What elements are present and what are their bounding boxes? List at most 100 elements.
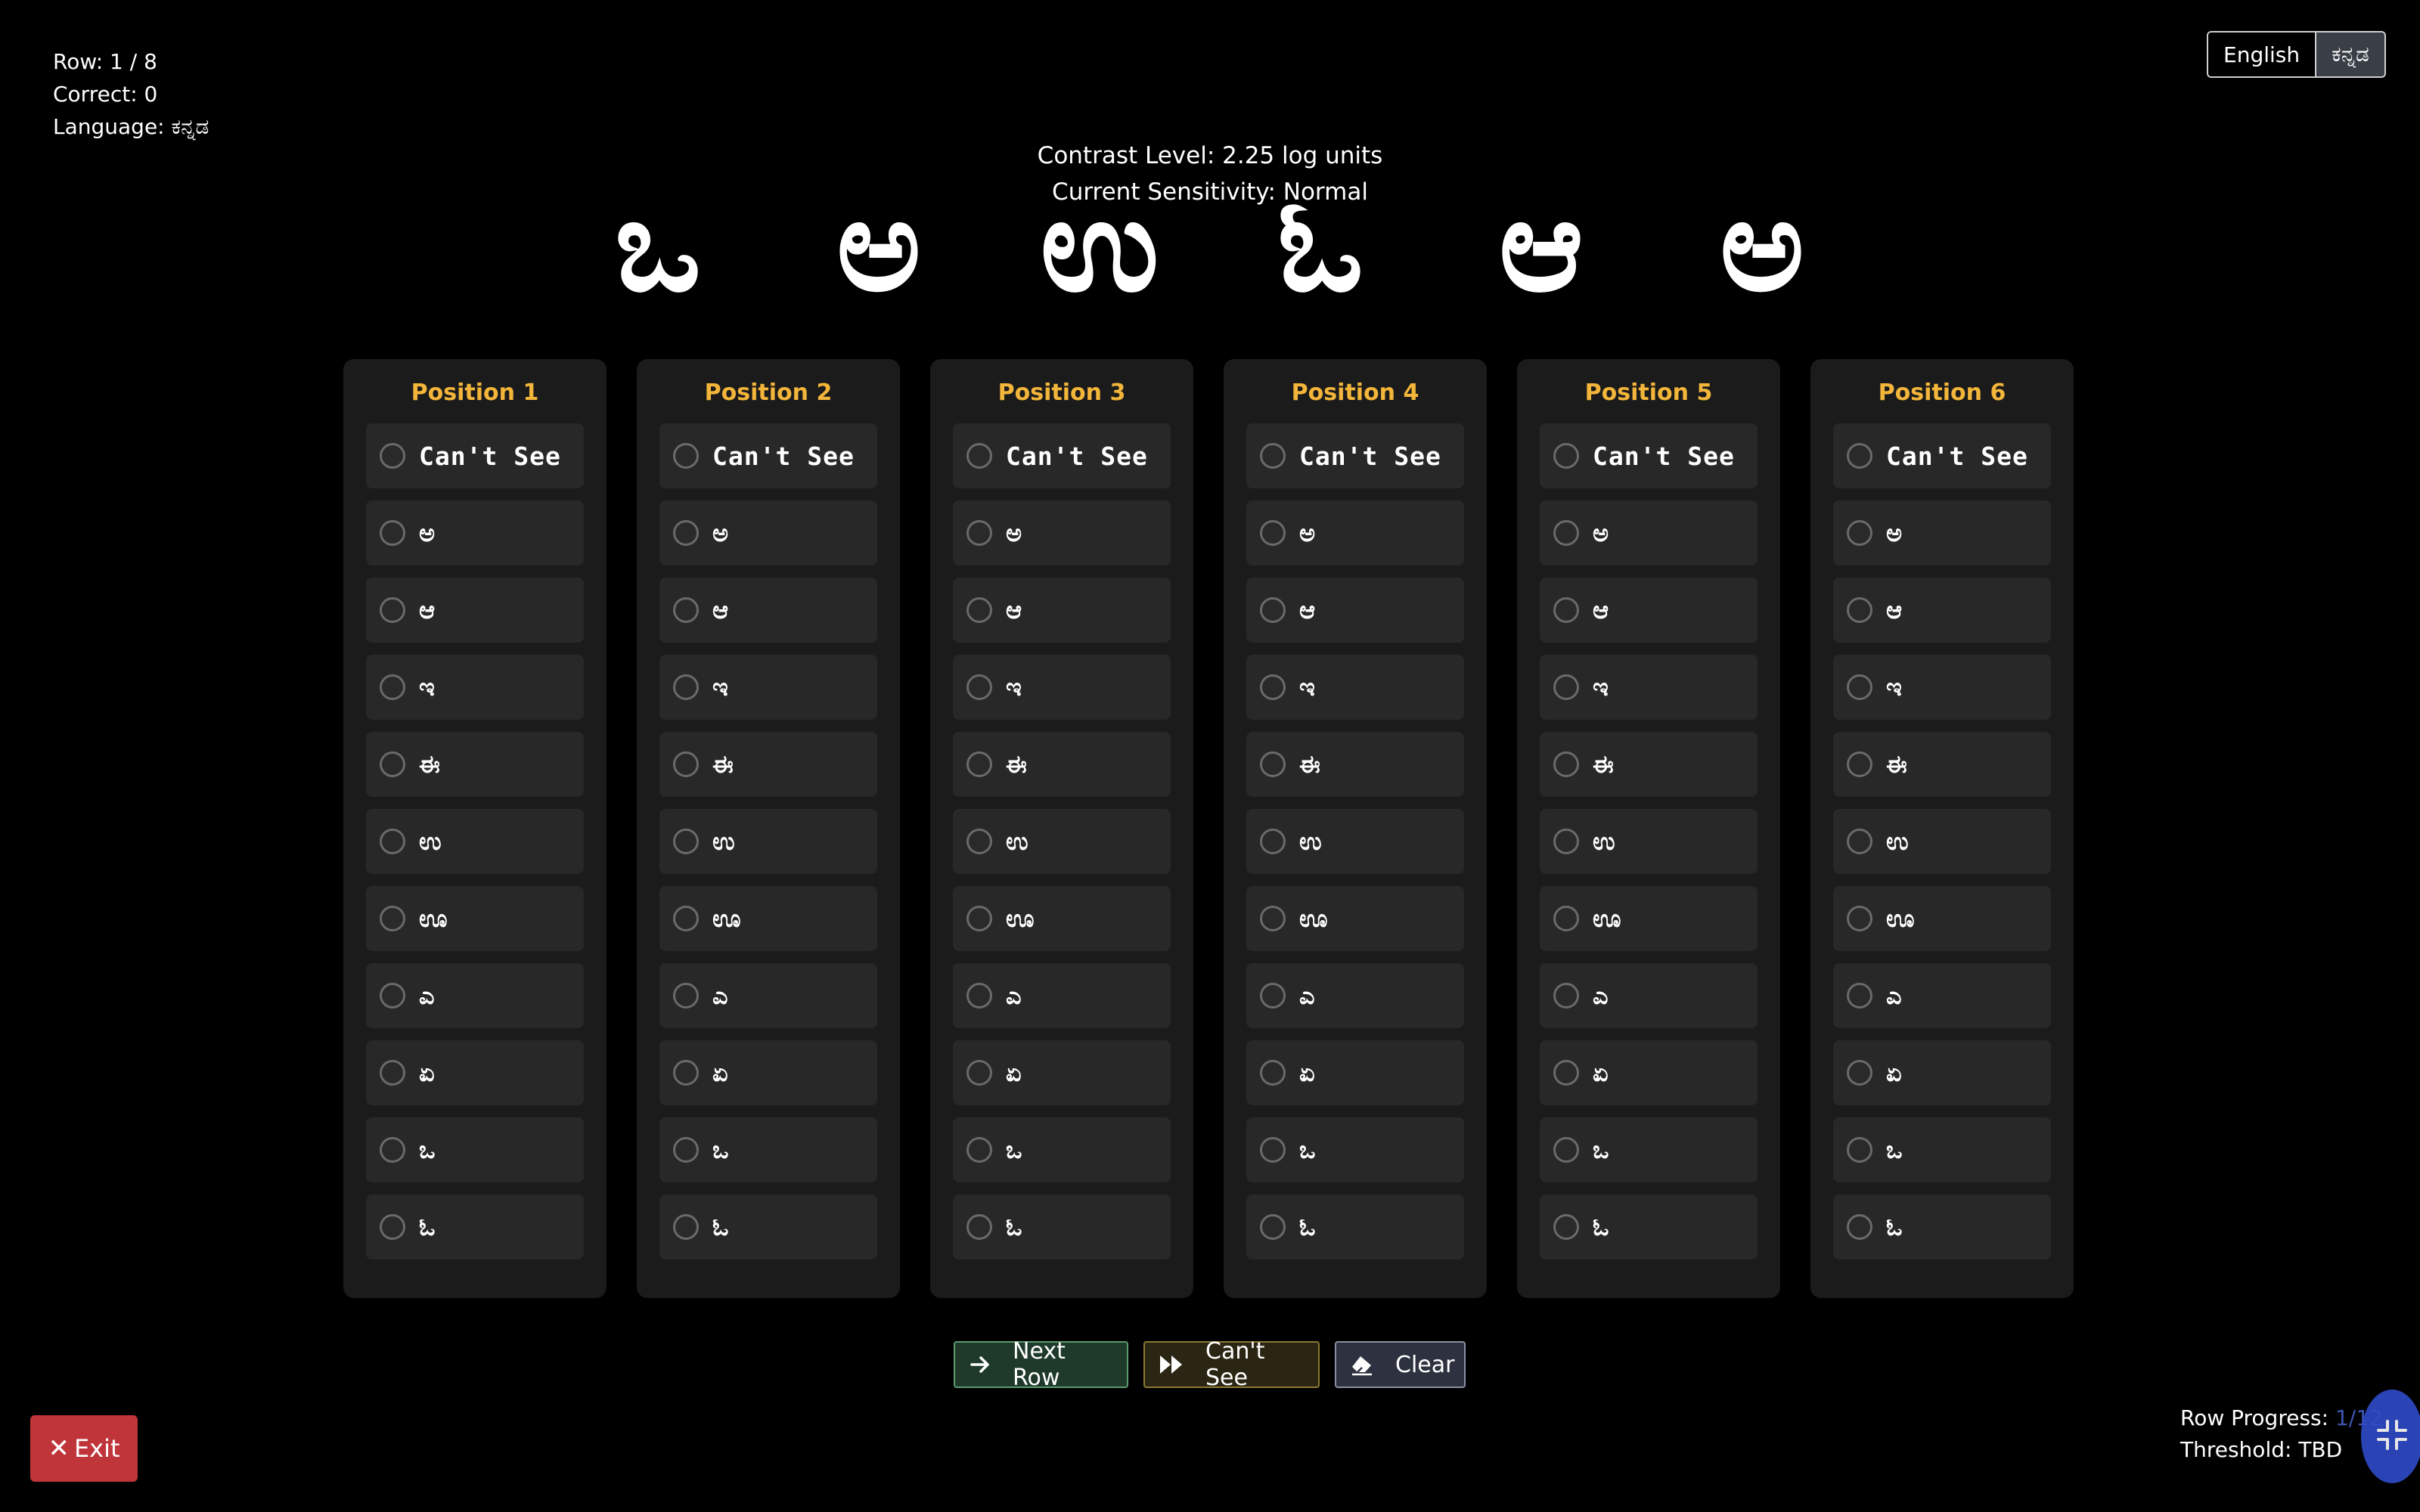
radio-button[interactable] [966,829,992,854]
answer-option[interactable]: ಆ [659,578,877,643]
answer-option[interactable]: ಒ [659,1117,877,1182]
radio-button[interactable] [1847,597,1872,623]
answer-option[interactable]: ಈ [1833,732,2051,797]
radio-button[interactable] [1260,829,1286,854]
radio-button[interactable] [966,674,992,700]
next-row-button[interactable]: Next Row [954,1338,1128,1391]
radio-button[interactable] [1847,1137,1872,1163]
language-option-english[interactable]: English [2208,33,2316,76]
answer-option[interactable]: ಊ [1540,886,1758,951]
answer-option[interactable]: ಇ [1246,655,1464,720]
answer-option[interactable]: ಉ [659,809,877,874]
radio-button[interactable] [1260,983,1286,1009]
answer-option[interactable]: ಅ [1246,500,1464,565]
answer-option[interactable]: ಎ [1540,963,1758,1028]
radio-button[interactable] [380,1214,405,1240]
answer-option[interactable]: ಇ [1833,655,2051,720]
radio-button[interactable] [1847,443,1872,469]
answer-option[interactable]: ಅ [659,500,877,565]
radio-button[interactable] [1260,906,1286,931]
answer-option[interactable]: ಇ [1540,655,1758,720]
radio-button[interactable] [1553,983,1579,1009]
radio-button[interactable] [966,520,992,546]
radio-button[interactable] [1553,520,1579,546]
radio-button[interactable] [673,1214,699,1240]
answer-option[interactable]: ಉ [1246,809,1464,874]
exit-button[interactable]: ✕ Exit [30,1415,138,1482]
answer-option[interactable]: Can't See [1246,423,1464,488]
answer-option[interactable]: ಏ [366,1040,584,1105]
radio-button[interactable] [1847,1214,1872,1240]
answer-option[interactable]: ಇ [366,655,584,720]
radio-button[interactable] [966,751,992,777]
cant-see-button[interactable]: Can't See [1143,1338,1320,1391]
answer-option[interactable]: ಉ [1540,809,1758,874]
radio-button[interactable] [1260,1060,1286,1086]
radio-button[interactable] [673,1060,699,1086]
answer-option[interactable]: ಎ [366,963,584,1028]
answer-option[interactable]: ಅ [366,500,584,565]
collapse-button[interactable] [2361,1390,2420,1483]
radio-button[interactable] [1553,1214,1579,1240]
answer-option[interactable]: ಒ [1540,1117,1758,1182]
radio-button[interactable] [1847,751,1872,777]
radio-button[interactable] [380,1060,405,1086]
answer-option[interactable]: ಈ [1540,732,1758,797]
radio-button[interactable] [1553,1137,1579,1163]
radio-button[interactable] [966,443,992,469]
answer-option[interactable]: ಆ [1246,578,1464,643]
radio-button[interactable] [1847,520,1872,546]
answer-option[interactable]: Can't See [1833,423,2051,488]
answer-option[interactable]: ಈ [953,732,1171,797]
answer-option[interactable]: ಉ [953,809,1171,874]
radio-button[interactable] [1260,597,1286,623]
answer-option[interactable]: ಊ [953,886,1171,951]
clear-button[interactable]: Clear [1335,1341,1466,1388]
radio-button[interactable] [673,751,699,777]
answer-option[interactable]: ಏ [953,1040,1171,1105]
answer-option[interactable]: ಒ [1833,1117,2051,1182]
answer-option[interactable]: ಎ [1246,963,1464,1028]
radio-button[interactable] [380,520,405,546]
radio-button[interactable] [673,520,699,546]
radio-button[interactable] [966,1060,992,1086]
radio-button[interactable] [673,443,699,469]
answer-option[interactable]: ಊ [659,886,877,951]
radio-button[interactable] [1553,1060,1579,1086]
radio-button[interactable] [673,983,699,1009]
answer-option[interactable]: ಏ [1540,1040,1758,1105]
radio-button[interactable] [966,1137,992,1163]
radio-button[interactable] [1553,751,1579,777]
answer-option[interactable]: ಊ [1246,886,1464,951]
radio-button[interactable] [1847,829,1872,854]
answer-option[interactable]: ಒ [953,1117,1171,1182]
answer-option[interactable]: ಇ [953,655,1171,720]
answer-option[interactable]: ಎ [953,963,1171,1028]
radio-button[interactable] [1260,520,1286,546]
radio-button[interactable] [966,597,992,623]
radio-button[interactable] [673,1137,699,1163]
answer-option[interactable]: ಎ [659,963,877,1028]
radio-button[interactable] [1553,674,1579,700]
answer-option[interactable]: ಓ [366,1194,584,1259]
answer-option[interactable]: Can't See [659,423,877,488]
answer-option[interactable]: ಓ [953,1194,1171,1259]
radio-button[interactable] [1847,906,1872,931]
radio-button[interactable] [1260,443,1286,469]
answer-option[interactable]: ಈ [1246,732,1464,797]
answer-option[interactable]: ಒ [1246,1117,1464,1182]
radio-button[interactable] [380,906,405,931]
answer-option[interactable]: ಇ [659,655,877,720]
radio-button[interactable] [966,906,992,931]
radio-button[interactable] [1553,597,1579,623]
radio-button[interactable] [1553,906,1579,931]
radio-button[interactable] [1847,674,1872,700]
answer-option[interactable]: ಈ [659,732,877,797]
radio-button[interactable] [380,1137,405,1163]
radio-button[interactable] [1553,829,1579,854]
answer-option[interactable]: ಓ [659,1194,877,1259]
radio-button[interactable] [380,597,405,623]
radio-button[interactable] [673,906,699,931]
answer-option[interactable]: ಆ [1833,578,2051,643]
answer-option[interactable]: ಆ [366,578,584,643]
